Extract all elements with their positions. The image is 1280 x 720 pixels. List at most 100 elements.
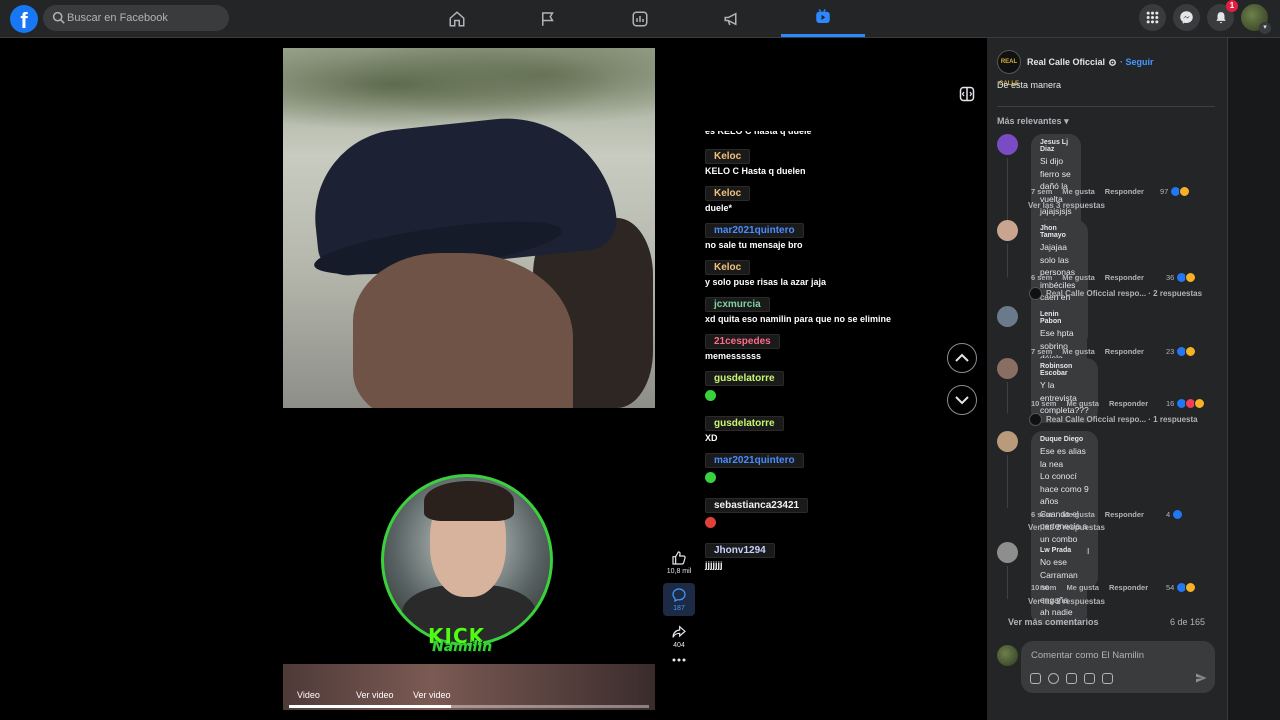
facebook-logo[interactable]: f — [10, 5, 38, 33]
chat-text: duele* — [705, 203, 733, 213]
bell-icon — [1215, 11, 1226, 23]
chat-username: Keloc — [705, 186, 751, 201]
grid-menu-icon — [1146, 11, 1159, 24]
view-more-comments-link[interactable]: Ver más comentarios — [1008, 617, 1099, 627]
share-action[interactable]: 404 — [663, 624, 695, 649]
caret-down-icon: ▾ — [1064, 116, 1069, 126]
commenter-name[interactable]: Lenin Pabon — [1040, 311, 1078, 325]
reply-button[interactable]: Responder — [1105, 273, 1144, 282]
reply-button[interactable]: Responder — [1105, 187, 1144, 196]
comment-input[interactable] — [1031, 647, 1207, 663]
notifications-button[interactable]: 1 — [1207, 0, 1238, 31]
chevron-down-icon: ▾ — [1259, 22, 1271, 34]
reply-button[interactable]: Responder — [1109, 399, 1148, 408]
video-label[interactable]: Ver video — [413, 690, 451, 700]
emoji-icon[interactable] — [1048, 673, 1059, 684]
view-replies-link[interactable]: Ver las 2 respuestas — [1028, 523, 1105, 532]
chat-username: Jhonv1294 — [705, 543, 775, 558]
reaction-summary[interactable]: 23 — [1166, 346, 1197, 357]
commenter-avatar[interactable] — [997, 306, 1018, 327]
comment-time[interactable]: 10 sem — [1031, 399, 1056, 408]
like-action[interactable]: 10,8 mil — [663, 550, 695, 575]
reply-button[interactable]: Responder — [1109, 583, 1148, 592]
search-box[interactable] — [43, 5, 229, 31]
avatar-sticker-icon[interactable] — [1030, 673, 1041, 684]
reaction-summary[interactable]: 54 — [1166, 582, 1197, 593]
view-replies-link[interactable]: Ver las 2 respuestas — [1028, 597, 1105, 606]
commenter-avatar[interactable] — [997, 134, 1018, 155]
commenter-avatar[interactable] — [997, 431, 1018, 452]
reaction-summary[interactable]: 36 — [1166, 272, 1197, 283]
profile-avatar-button[interactable]: ▾ — [1241, 4, 1271, 34]
chat-text: memessssss — [705, 351, 762, 361]
nav-tab-ads[interactable] — [598, 0, 682, 37]
like-comment-button[interactable]: Me gusta — [1062, 273, 1095, 282]
page-name[interactable]: Real Calle Oficcial — [1027, 57, 1105, 67]
nav-tab-campaigns[interactable] — [690, 0, 774, 37]
follow-link[interactable]: · Seguir — [1120, 57, 1154, 67]
commenter-name[interactable]: Jesus Lj Diaz — [1040, 139, 1072, 153]
gif-icon[interactable] — [1084, 673, 1095, 684]
reply-button[interactable]: Responder — [1105, 510, 1144, 519]
commenter-name[interactable]: Robinson Escobar — [1040, 363, 1089, 377]
like-comment-button[interactable]: Me gusta — [1062, 187, 1095, 196]
top-navigation-bar: f 1 ▾ — [0, 0, 1280, 38]
like-comment-button[interactable]: Me gusta — [1062, 347, 1095, 356]
chat-username: jcxmurcia — [705, 297, 770, 312]
like-comment-button[interactable]: Me gusta — [1066, 583, 1099, 592]
commenter-name[interactable]: Duque Diego — [1040, 436, 1089, 443]
follow-label[interactable]: Seguir — [1126, 57, 1154, 67]
video-progress-bar[interactable] — [289, 705, 649, 708]
reply-preview[interactable]: Real Calle Oficcial respo... · 2 respues… — [1029, 287, 1202, 300]
chat-username: mar2021quintero — [705, 223, 804, 238]
view-replies-link[interactable]: Ver las 3 respuestas — [1028, 201, 1105, 210]
commenter-name[interactable]: Lw Prada — [1040, 547, 1078, 554]
video-icon — [816, 9, 830, 23]
page-avatar[interactable]: REAL CALLE — [997, 50, 1021, 87]
search-input[interactable] — [67, 5, 227, 31]
comment-time[interactable]: 10 sem — [1031, 583, 1056, 592]
like-reaction-icon — [1172, 509, 1184, 520]
comment-meta: 10 sem Me gusta Responder — [1031, 399, 1158, 408]
send-icon[interactable] — [1195, 672, 1207, 684]
composer-tools — [1030, 673, 1113, 684]
like-comment-button[interactable]: Me gusta — [1066, 399, 1099, 408]
reply-button[interactable]: Responder — [1105, 347, 1144, 356]
comment-time[interactable]: 6 sem — [1031, 510, 1052, 519]
comment-composer[interactable] — [1021, 641, 1215, 693]
chat-text: xd quita eso namilin para que no se elim… — [705, 314, 892, 324]
comment-action[interactable]: 187 — [663, 583, 695, 616]
commenter-avatar[interactable] — [997, 542, 1018, 563]
comment-time[interactable]: 7 sem — [1031, 347, 1052, 356]
like-comment-button[interactable]: Me gusta — [1062, 510, 1095, 519]
comment-meta: 6 sem Me gusta Responder — [1031, 510, 1154, 519]
collapse-panel-icon[interactable] — [959, 86, 975, 102]
messenger-button[interactable] — [1173, 4, 1200, 31]
chat-username: gusdelatorre — [705, 371, 784, 386]
next-video-button[interactable] — [947, 385, 977, 415]
chat-message: sebastianca23421 — [705, 495, 945, 533]
comment-time[interactable]: 6 sem — [1031, 273, 1052, 282]
reply-preview[interactable]: Real Calle Oficcial respo... · 1 respues… — [1029, 413, 1198, 426]
comment-time[interactable]: 7 sem — [1031, 187, 1052, 196]
next-video-preview[interactable]: Video Ver video Ver video — [283, 664, 655, 710]
ads-icon — [632, 11, 648, 26]
video-player[interactable] — [283, 48, 655, 408]
sort-comments-dropdown[interactable]: Más relevantes ▾ — [997, 116, 1069, 127]
nav-tab-video[interactable] — [781, 0, 865, 37]
commenter-name[interactable]: Jhon Tamayo — [1040, 225, 1079, 239]
video-label[interactable]: Ver video — [356, 690, 394, 700]
more-options-button[interactable] — [663, 657, 695, 665]
nav-tab-pages[interactable] — [506, 0, 590, 37]
reaction-summary[interactable]: 16 — [1166, 398, 1206, 409]
menu-button[interactable] — [1139, 4, 1166, 31]
reaction-summary[interactable]: 97 — [1160, 186, 1191, 197]
nav-tab-home[interactable] — [415, 0, 499, 37]
comment-meta: 6 sem Me gusta Responder — [1031, 273, 1154, 282]
sticker-icon[interactable] — [1102, 673, 1113, 684]
commenter-avatar[interactable] — [997, 220, 1018, 241]
camera-icon[interactable] — [1066, 673, 1077, 684]
previous-video-button[interactable] — [947, 343, 977, 373]
commenter-avatar[interactable] — [997, 358, 1018, 379]
reaction-summary[interactable]: 4 — [1166, 509, 1184, 520]
